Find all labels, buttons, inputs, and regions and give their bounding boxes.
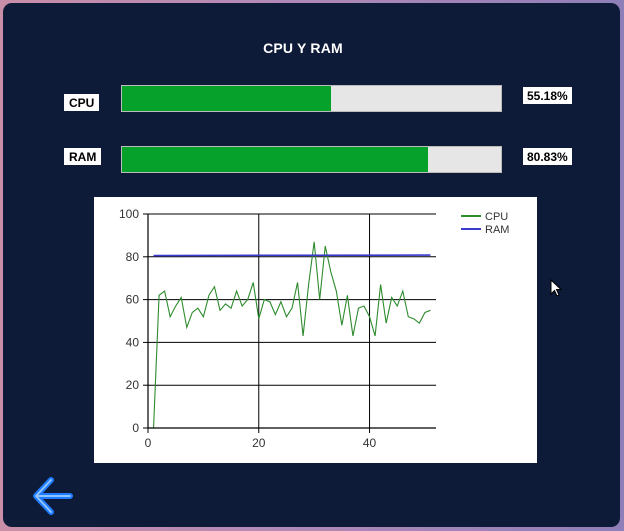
x-tick-label: 40 — [363, 436, 377, 450]
y-tick-label: 20 — [126, 378, 140, 392]
chart-svg: 0 20 40 60 80 100 0 20 40 CPURAM — [119, 207, 509, 450]
window-title: CPU Y RAM — [263, 40, 343, 56]
ram-progress-bar — [121, 146, 502, 173]
chart-axes: 0 20 40 60 80 100 0 20 40 — [119, 207, 436, 450]
ram-percent-value: 80.83% — [523, 148, 572, 165]
x-tick-label: 20 — [252, 436, 266, 450]
ram-label: RAM — [64, 148, 102, 165]
usage-line-chart: 0 20 40 60 80 100 0 20 40 CPU RAM — [94, 197, 537, 463]
y-tick-label: 0 — [132, 421, 139, 435]
legend-label-ram: RAM — [485, 224, 509, 236]
cpu-progress-fill — [122, 86, 332, 111]
ram-progress-fill — [122, 147, 429, 172]
chart-grid — [147, 213, 436, 429]
x-tick-label: 0 — [145, 436, 152, 450]
cpu-progress-bar — [121, 85, 502, 112]
back-button[interactable] — [32, 476, 74, 516]
arrow-left-icon — [33, 477, 73, 515]
chart-series — [152, 241, 431, 429]
series-line-cpu — [152, 241, 431, 429]
y-tick-label: 60 — [126, 293, 140, 307]
y-tick-label: 40 — [126, 335, 140, 349]
app-window: CPU Y RAM CPU 55.18% RAM 80.83% 0 20 40 60 8… — [3, 3, 620, 527]
y-tick-label: 80 — [126, 250, 140, 264]
legend-label-cpu: CPU — [485, 211, 508, 223]
cpu-label: CPU — [64, 94, 100, 111]
y-tick-label: 100 — [119, 207, 139, 221]
cpu-percent-value: 55.18% — [523, 87, 572, 104]
chart-legend: CPURAM — [461, 211, 509, 236]
mouse-cursor-icon — [550, 279, 562, 297]
